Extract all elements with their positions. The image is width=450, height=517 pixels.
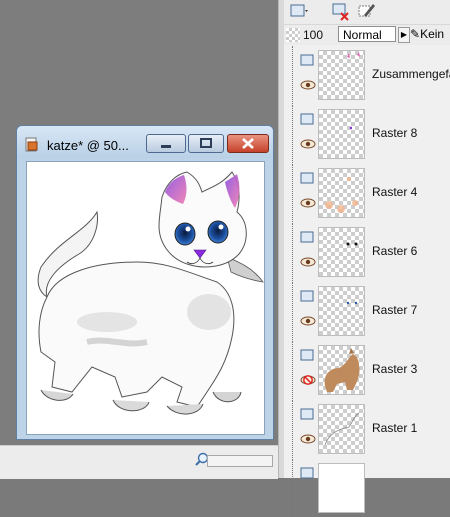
document-titlebar[interactable]: katze* @ 50... — [17, 126, 273, 158]
layer-thumbnail — [318, 50, 365, 100]
raster-layer-icon — [300, 172, 314, 184]
layer-row[interactable]: Raster 6 — [284, 223, 450, 281]
tree-line — [292, 46, 294, 104]
hidden-icon[interactable] — [300, 375, 316, 385]
blend-mode-arrow-icon[interactable]: ▶ — [398, 27, 410, 43]
document-window[interactable]: katze* @ 50... — [16, 125, 274, 440]
layer-thumbnail — [318, 345, 365, 395]
layer-name: Raster 1 — [372, 421, 418, 435]
layer-thumbnail — [318, 227, 365, 277]
raster-layer-icon — [300, 113, 314, 125]
layer-thumbnail — [318, 463, 365, 513]
layer-name: Raster 7 — [372, 303, 418, 317]
tree-line — [292, 164, 294, 222]
eye-icon[interactable] — [300, 80, 316, 90]
delete-layer-icon[interactable] — [330, 1, 352, 22]
raster-layer-icon — [300, 290, 314, 302]
raster-layer-icon — [300, 231, 314, 243]
eye-icon[interactable] — [300, 434, 316, 444]
opacity-swatch — [286, 28, 300, 42]
layer-row[interactable]: Raster 1 — [284, 400, 450, 458]
tree-line — [292, 459, 294, 517]
layer-name: Zusammengefasst — [372, 67, 450, 81]
layer-options-bar: 100 Normal ▶ ✎Kein — [284, 25, 450, 45]
layer-thumbnail — [318, 109, 365, 159]
lock-label: Kein — [420, 27, 445, 41]
maximize-icon — [200, 138, 212, 148]
layer-name: Raster 4 — [372, 185, 418, 199]
tree-line — [292, 400, 294, 458]
tree-line — [292, 282, 294, 340]
opacity-field[interactable]: 100 — [286, 27, 336, 43]
cat-drawing — [37, 171, 264, 415]
layers-toolbar — [284, 0, 450, 25]
layer-name: Raster 8 — [372, 126, 418, 140]
layer-row[interactable] — [284, 459, 450, 517]
opacity-value: 100 — [303, 28, 324, 42]
minimize-icon — [161, 145, 171, 148]
raster-layer-icon — [300, 467, 314, 479]
brush-icon: ✎ — [410, 27, 421, 41]
layer-row[interactable]: Zusammengefasst — [284, 46, 450, 104]
new-layer-icon[interactable] — [288, 1, 310, 22]
eye-icon[interactable] — [300, 316, 316, 326]
eye-icon[interactable] — [300, 257, 316, 267]
lock-field[interactable]: ✎Kein — [410, 26, 450, 42]
raster-layer-icon — [300, 54, 314, 66]
document-icon — [25, 137, 38, 152]
zoom-slider[interactable] — [207, 455, 273, 467]
layer-name: Raster 3 — [372, 362, 418, 376]
layer-thumbnail — [318, 404, 365, 454]
tree-line — [292, 223, 294, 281]
tree-line — [292, 105, 294, 163]
maximize-button[interactable] — [188, 134, 224, 153]
layer-thumbnail — [318, 286, 365, 336]
layer-row[interactable]: Raster 8 — [284, 105, 450, 163]
eye-icon[interactable] — [300, 198, 316, 208]
layer-thumbnail — [318, 168, 365, 218]
minimize-button[interactable] — [146, 134, 186, 153]
close-button[interactable] — [227, 134, 269, 153]
eye-icon[interactable] — [300, 139, 316, 149]
close-icon — [242, 138, 254, 149]
raster-layer-icon — [300, 408, 314, 420]
layer-name: Raster 6 — [372, 244, 418, 258]
edit-layer-icon[interactable] — [356, 1, 378, 22]
layer-row[interactable]: Raster 3 — [284, 341, 450, 399]
layer-row[interactable]: Raster 7 — [284, 282, 450, 340]
layer-row[interactable]: Raster 4 — [284, 164, 450, 222]
tree-line — [292, 341, 294, 399]
raster-layer-icon — [300, 349, 314, 361]
image-canvas[interactable] — [26, 161, 265, 435]
blend-mode-select[interactable]: Normal — [338, 26, 396, 42]
